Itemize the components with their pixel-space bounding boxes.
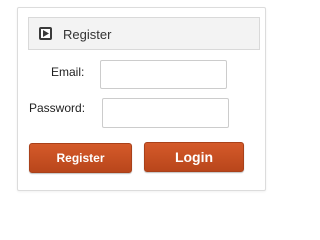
email-input[interactable] <box>100 60 227 89</box>
register-panel: Register Email: Password: Register Login <box>17 7 266 191</box>
email-label: Email: <box>51 65 85 79</box>
play-icon <box>39 27 52 40</box>
panel-title: Register <box>63 27 112 42</box>
panel-header: Register <box>28 17 260 50</box>
password-input[interactable] <box>102 98 229 128</box>
login-button[interactable]: Login <box>144 142 244 172</box>
password-label: Password: <box>29 101 86 115</box>
register-button[interactable]: Register <box>29 143 132 173</box>
